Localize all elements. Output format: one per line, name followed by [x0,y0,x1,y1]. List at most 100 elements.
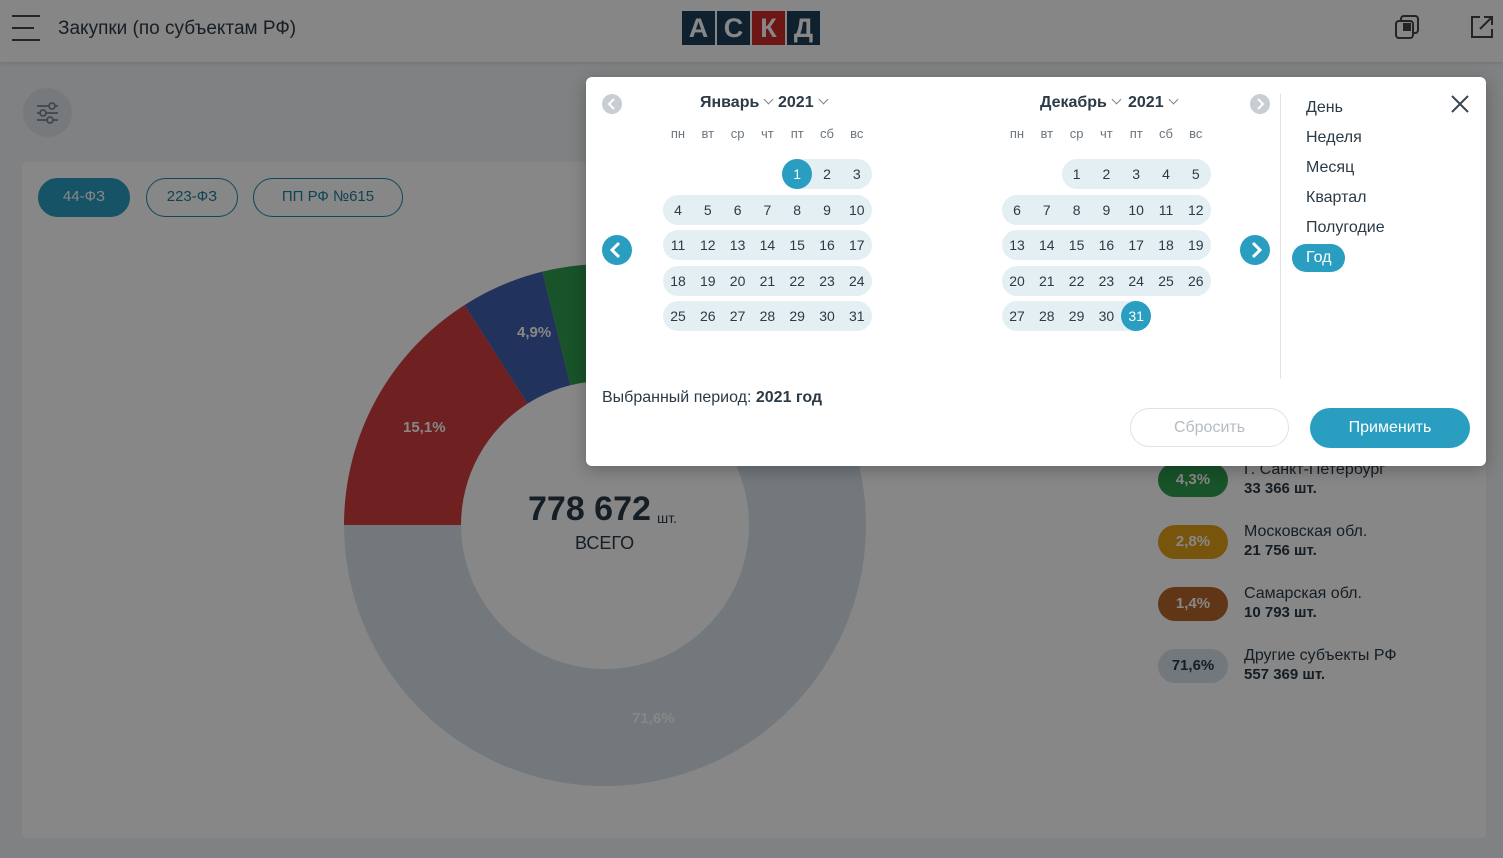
calendar-day[interactable]: 13 [723,230,753,260]
calendar-day[interactable]: 18 [1151,230,1181,260]
calendar-day[interactable]: 3 [1121,159,1151,189]
calendar-day[interactable]: 2 [1091,159,1121,189]
period-month[interactable]: Месяц [1306,159,1354,177]
calendar-day[interactable]: 17 [842,230,872,260]
calendar-day[interactable]: 13 [1002,230,1032,260]
calendar-day[interactable]: 12 [1181,195,1211,225]
period-quarter[interactable]: Квартал [1306,189,1366,207]
calendar-day[interactable]: 1 [1062,159,1092,189]
next-month-small-button[interactable] [1250,94,1270,114]
divider [1280,94,1281,379]
weekday-label: чт [761,126,774,141]
period-year[interactable]: Год [1292,244,1346,272]
calendar-day[interactable]: 22 [782,266,812,296]
chevron-left-icon [607,98,615,110]
calendar-day[interactable]: 8 [1062,195,1092,225]
calendar-day[interactable]: 27 [1002,301,1032,331]
selected-period: Выбранный период: 2021 год [602,389,822,407]
weekday-label: сб [1159,126,1173,141]
calendar-day[interactable]: 11 [663,230,693,260]
prev-month-small-button[interactable] [602,94,622,114]
calendar-day[interactable]: 15 [782,230,812,260]
next-month-button[interactable] [1240,235,1270,265]
weekday-label: вс [1189,126,1203,141]
period-half-year[interactable]: Полугодие [1306,219,1385,237]
weekday-label: пт [1129,126,1143,141]
selected-period-value: 2021 год [755,389,823,406]
calendar-day[interactable]: 19 [693,266,723,296]
calendar-day[interactable]: 26 [693,301,723,331]
calendar-day[interactable]: 15 [1062,230,1092,260]
calendar-day[interactable]: 4 [663,195,693,225]
calendar-day[interactable]: 3 [842,159,872,189]
calendar-day[interactable]: 25 [1151,266,1181,296]
calendar-day[interactable]: 31 [1121,301,1152,331]
calendar-day[interactable]: 29 [1062,301,1092,331]
calendar-day[interactable]: 6 [1002,195,1032,225]
weekday-label: ср [1069,126,1084,141]
calendar-day[interactable]: 30 [812,301,842,331]
calendar-day[interactable]: 8 [782,195,812,225]
calendar-day[interactable]: 14 [1032,230,1062,260]
calendar-day[interactable]: 23 [1091,266,1121,296]
chevron-right-icon [1251,241,1263,259]
calendar-day[interactable]: 22 [1062,266,1092,296]
calendar-day[interactable]: 9 [1091,195,1121,225]
apply-button[interactable]: Применить [1310,408,1470,448]
calendar-day[interactable]: 12 [693,230,723,260]
month-select-right[interactable]: Декабрь [1040,94,1122,112]
weekday-label: вт [701,126,715,141]
chevron-left-icon [609,241,621,259]
weekday-label: пн [1009,126,1025,141]
calendar-day[interactable]: 31 [842,301,872,331]
calendar-day[interactable]: 20 [723,266,753,296]
calendar-day[interactable]: 17 [1121,230,1151,260]
calendar-day[interactable]: 11 [1151,195,1181,225]
year-select-right[interactable]: 2021 [1128,94,1179,112]
calendar-day[interactable]: 28 [752,301,782,331]
calendar-day[interactable]: 23 [812,266,842,296]
calendar-day[interactable]: 27 [723,301,753,331]
calendar-day[interactable]: 2 [812,159,842,189]
calendar-day[interactable]: 10 [842,195,872,225]
chevron-down-icon [1168,94,1179,105]
calendar-day[interactable]: 5 [1181,159,1211,189]
calendar-day[interactable]: 16 [1091,230,1121,260]
calendar-day[interactable]: 29 [782,301,812,331]
weekday-label: вс [850,126,864,141]
year-label: 2021 [778,94,814,111]
month-select-left[interactable]: Январь [700,94,774,112]
calendar-day[interactable]: 6 [723,195,753,225]
calendar-day[interactable]: 30 [1091,301,1121,331]
reset-button[interactable]: Сбросить [1130,408,1289,447]
calendar-day[interactable]: 26 [1181,266,1211,296]
period-day[interactable]: День [1306,99,1343,117]
calendar-day[interactable]: 5 [693,195,723,225]
calendar-day[interactable]: 14 [752,230,782,260]
close-icon[interactable] [1449,93,1471,115]
calendar-day[interactable]: 10 [1121,195,1151,225]
calendar-day[interactable]: 7 [1032,195,1062,225]
calendar-day[interactable]: 20 [1002,266,1032,296]
date-range-picker: Январь 2021 Декабрь 2021 пн вт ср чт пт сб вс 1… [586,77,1486,466]
year-select-left[interactable]: 2021 [778,94,829,112]
calendar-day[interactable]: 4 [1151,159,1181,189]
calendar-day[interactable]: 18 [663,266,693,296]
calendar-day[interactable]: 16 [812,230,842,260]
calendar-day[interactable]: 1 [782,159,813,189]
calendar-day[interactable]: 21 [752,266,782,296]
calendar-day[interactable]: 24 [1121,266,1151,296]
calendar-day[interactable]: 21 [1032,266,1062,296]
calendar-day[interactable]: 7 [752,195,782,225]
calendar-day[interactable]: 24 [842,266,872,296]
selected-period-label: Выбранный период: [602,389,752,406]
weekday-label: чт [1100,126,1113,141]
calendar-day[interactable]: 19 [1181,230,1211,260]
calendar-day[interactable]: 25 [663,301,693,331]
prev-month-button[interactable] [602,235,632,265]
calendar-day[interactable]: 9 [812,195,842,225]
chevron-down-icon [763,94,774,105]
chevron-down-icon [818,94,829,105]
period-week[interactable]: Неделя [1306,129,1362,147]
calendar-day[interactable]: 28 [1032,301,1062,331]
